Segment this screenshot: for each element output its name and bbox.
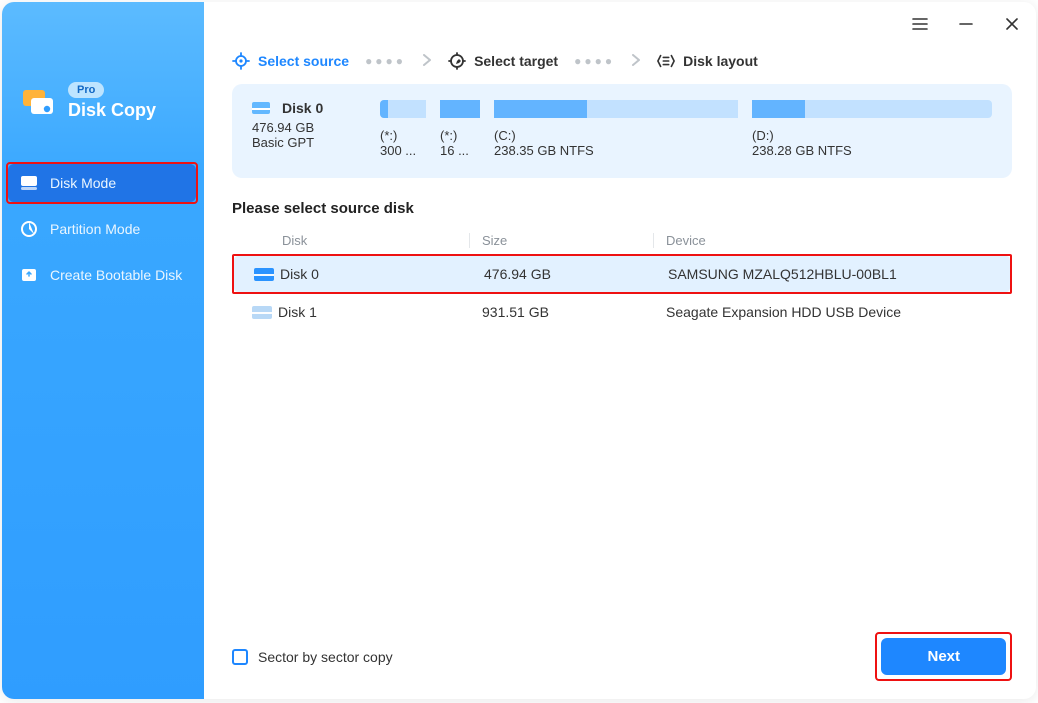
partition-drive: (C:): [494, 128, 738, 143]
column-header-disk: Disk: [278, 233, 470, 248]
app-logo-icon: [20, 84, 56, 120]
highlight-selected-row: Disk 0 476.94 GB SAMSUNG MZALQ512HBLU-00…: [232, 254, 1012, 294]
selected-disk-card: Disk 0 476.94 GB Basic GPT (*:) 300 ... …: [232, 84, 1012, 178]
step-disk-layout[interactable]: Disk layout: [657, 52, 758, 70]
disk-card-size: 476.94 GB: [252, 120, 366, 135]
checkbox-icon: [232, 649, 248, 665]
sidebar-item-label: Disk Mode: [50, 175, 116, 191]
close-button[interactable]: [1000, 12, 1024, 36]
menu-button[interactable]: [908, 12, 932, 36]
chevron-right-icon: [422, 53, 432, 69]
checkbox-label: Sector by sector copy: [258, 649, 393, 665]
cell-disk-name: Disk 1: [278, 304, 470, 320]
disk-card-scheme: Basic GPT: [252, 135, 366, 150]
step-separator: ●●●●: [574, 54, 615, 68]
sidebar-item-partition-mode[interactable]: Partition Mode: [8, 210, 198, 248]
footer: Sector by sector copy Next: [232, 632, 1012, 681]
sidebar-item-disk-mode[interactable]: Disk Mode: [8, 164, 196, 202]
app-window: Pro Disk Copy Disk Mode Partition Mode: [2, 2, 1036, 699]
step-label: Select source: [258, 53, 349, 69]
source-disk-table: Disk Size Device Disk 0 476.94 GB SAMSUN…: [232, 227, 1012, 330]
column-header-size: Size: [470, 233, 654, 248]
brand-name: Disk Copy: [68, 100, 156, 121]
table-row[interactable]: Disk 1 931.51 GB Seagate Expansion HDD U…: [232, 294, 1012, 330]
cell-disk-size: 931.51 GB: [470, 304, 654, 320]
sidebar-item-create-bootable[interactable]: Create Bootable Disk: [8, 256, 198, 294]
partition-desc: 238.28 GB NTFS: [752, 143, 992, 158]
crosshair-icon: [232, 52, 250, 70]
step-label: Disk layout: [683, 53, 758, 69]
sidebar: Pro Disk Copy Disk Mode Partition Mode: [2, 2, 204, 699]
highlight-disk-mode: Disk Mode: [6, 162, 198, 204]
step-separator: ●●●●: [365, 54, 406, 68]
partition-mode-icon: [20, 220, 38, 238]
sidebar-item-label: Partition Mode: [50, 221, 140, 237]
bootable-disk-icon: [20, 266, 38, 284]
partition-bar: [440, 100, 480, 118]
step-select-source[interactable]: Select source: [232, 52, 349, 70]
target-icon: [448, 52, 466, 70]
minimize-button[interactable]: [954, 12, 978, 36]
disk-icon: [254, 268, 274, 281]
chevron-right-icon: [631, 53, 641, 69]
partition-desc: 238.35 GB NTFS: [494, 143, 738, 158]
select-source-prompt: Please select source disk: [232, 200, 1012, 217]
main-panel: Select source ●●●● Select target ●●●● Di: [204, 2, 1036, 699]
layout-icon: [657, 52, 675, 70]
disk-card-name: Disk 0: [282, 100, 323, 116]
partition-drive: (*:): [440, 128, 480, 143]
cell-disk-device: Seagate Expansion HDD USB Device: [654, 304, 1012, 320]
partition-drive: (*:): [380, 128, 426, 143]
partition-bar: [752, 100, 992, 118]
window-controls: [908, 12, 1024, 36]
table-row[interactable]: Disk 0 476.94 GB SAMSUNG MZALQ512HBLU-00…: [234, 256, 1010, 292]
cell-disk-name: Disk 0: [280, 266, 472, 282]
disk-icon: [252, 306, 272, 319]
partition-desc: 300 ...: [380, 143, 426, 158]
step-label: Select target: [474, 53, 558, 69]
cell-disk-size: 476.94 GB: [472, 266, 656, 282]
partition-drive: (D:): [752, 128, 992, 143]
disk-mode-icon: [20, 174, 38, 192]
sidebar-nav: Disk Mode Partition Mode Create Bootable…: [2, 164, 204, 294]
table-header: Disk Size Device: [232, 227, 1012, 254]
partition-bar: [380, 100, 426, 118]
partition-bar: [494, 100, 738, 118]
next-button[interactable]: Next: [881, 638, 1006, 675]
cell-disk-device: SAMSUNG MZALQ512HBLU-00BL1: [656, 266, 1010, 282]
sector-copy-checkbox[interactable]: Sector by sector copy: [232, 649, 393, 665]
highlight-next: Next: [875, 632, 1012, 681]
sidebar-item-label: Create Bootable Disk: [50, 267, 182, 283]
disk-icon: [252, 102, 270, 114]
brand-badge: Pro: [68, 82, 104, 98]
wizard-steps: Select source ●●●● Select target ●●●● Di: [232, 52, 1012, 70]
partition-desc: 16 ...: [440, 143, 480, 158]
step-select-target[interactable]: Select target: [448, 52, 558, 70]
app-brand: Pro Disk Copy: [20, 82, 156, 121]
column-header-device: Device: [654, 233, 1012, 248]
